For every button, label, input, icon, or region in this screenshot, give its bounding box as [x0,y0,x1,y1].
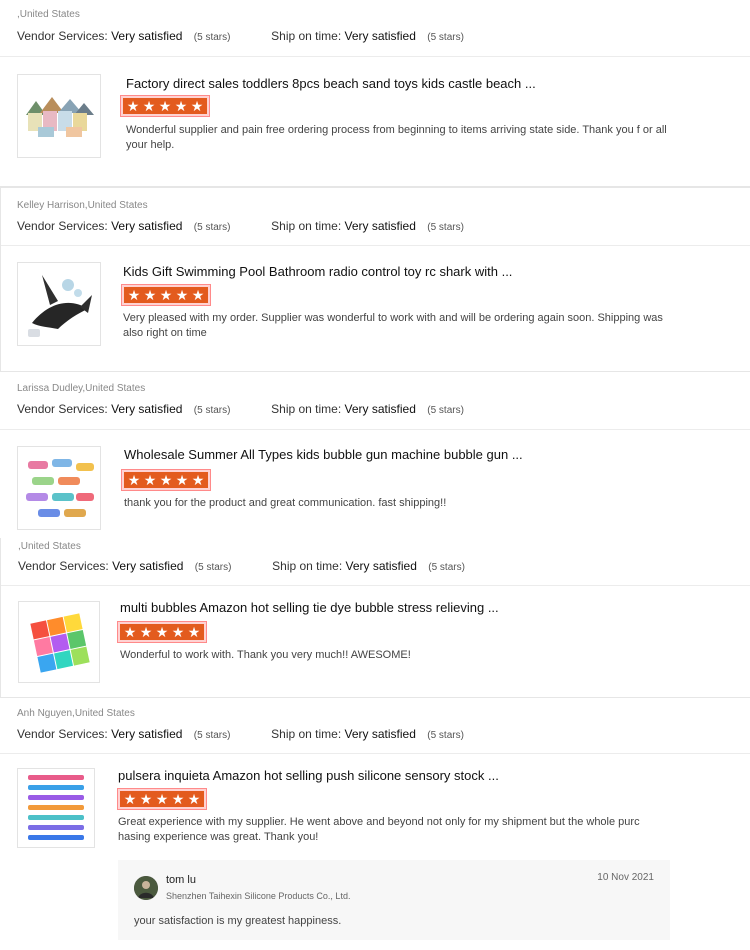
ship-stars: (5 stars) [427,32,464,43]
review-comment: Wonderful supplier and pain free orderin… [126,124,667,151]
product-thumbnail[interactable] [17,74,101,158]
star-icon: ★ [155,791,169,807]
product-title[interactable]: multi bubbles Amazon hot selling tie dye… [120,600,499,615]
review-card: ,United States Vendor Services: Very sat… [0,538,750,698]
reply-text: your satisfaction is my greatest happine… [134,915,342,927]
vendor-stars: (5 stars) [193,405,231,416]
ship-value: Very satisfied [344,219,416,233]
star-icon: ★ [190,98,204,114]
ship-value: Very satisfied [344,402,416,416]
vendor-stars: (5 stars) [194,562,232,573]
star-icon: ★ [158,98,172,114]
vendor-value: Very satisfied [112,559,184,573]
vendor-label: Vendor Services: [18,559,109,573]
star-rating: ★ ★ ★ ★ ★ [121,96,209,116]
star-icon: ★ [143,472,157,488]
ship-stars: (5 stars) [427,222,464,233]
review-card: Larissa Dudley,United States Vendor Serv… [0,372,750,538]
star-icon: ★ [187,624,201,640]
product-thumbnail[interactable] [17,262,101,346]
star-icon: ★ [191,472,205,488]
vendor-stars: (5 stars) [193,730,231,741]
reply-author: tom lu [166,874,196,886]
review-ratings: Vendor Services: Very satisfied (5 stars… [17,29,464,43]
reviewer-name: Larissa Dudley,United States [17,383,146,394]
review-comment: thank you for the product and great comm… [124,497,447,509]
review-comment: Wonderful to work with. Thank you very m… [120,649,411,661]
vendor-value: Very satisfied [111,219,183,233]
ship-stars: (5 stars) [427,405,464,416]
review-ratings: Vendor Services: Very satisfied (5 stars… [18,559,465,573]
vendor-value: Very satisfied [111,29,183,43]
vendor-label: Vendor Services: [17,402,108,416]
reply-company: Shenzhen Taihexin Silicone Products Co.,… [166,891,351,901]
ship-stars: (5 stars) [428,562,465,573]
star-icon: ★ [171,624,185,640]
ship-label: Ship on time: [272,559,343,573]
star-icon: ★ [142,98,156,114]
star-icon: ★ [159,472,173,488]
review-comment: Great experience with my supplier. He we… [118,816,640,843]
ship-stars: (5 stars) [427,730,464,741]
review-card: Kelley Harrison,United States Vendor Ser… [0,187,750,372]
review-card: ,United States Vendor Services: Very sat… [0,0,750,187]
star-icon: ★ [126,98,140,114]
reviewer-name: Anh Nguyen,United States [17,708,135,719]
star-icon: ★ [123,624,137,640]
review-ratings: Vendor Services: Very satisfied (5 stars… [17,727,464,741]
reviewer-name: ,United States [18,541,81,552]
review-ratings: Vendor Services: Very satisfied (5 stars… [17,402,464,416]
product-title[interactable]: pulsera inquieta Amazon hot selling push… [118,768,499,783]
star-icon: ★ [174,98,188,114]
vendor-value: Very satisfied [111,727,183,741]
product-thumbnail[interactable] [18,601,100,683]
review-ratings: Vendor Services: Very satisfied (5 stars… [17,219,464,233]
vendor-label: Vendor Services: [17,29,108,43]
star-icon: ★ [139,791,153,807]
star-icon: ★ [143,287,157,303]
star-icon: ★ [175,287,189,303]
star-icon: ★ [171,791,185,807]
vendor-label: Vendor Services: [17,219,108,233]
product-title[interactable]: Wholesale Summer All Types kids bubble g… [124,447,523,462]
vendor-value: Very satisfied [111,402,183,416]
star-rating: ★ ★ ★ ★ ★ [122,470,210,490]
vendor-label: Vendor Services: [17,727,108,741]
product-thumbnail[interactable] [17,446,101,530]
ship-value: Very satisfied [344,727,416,741]
reviewer-name: ,United States [17,9,80,20]
star-icon: ★ [155,624,169,640]
avatar [134,876,158,900]
star-rating: ★ ★ ★ ★ ★ [118,789,206,809]
ship-label: Ship on time: [271,29,342,43]
star-icon: ★ [127,287,141,303]
star-icon: ★ [187,791,201,807]
star-icon: ★ [191,287,205,303]
star-icon: ★ [123,791,137,807]
vendor-stars: (5 stars) [193,32,231,43]
star-icon: ★ [127,472,141,488]
reviewer-name: Kelley Harrison,United States [17,200,148,211]
star-rating: ★ ★ ★ ★ ★ [122,285,210,305]
ship-label: Ship on time: [271,219,342,233]
ship-value: Very satisfied [344,29,416,43]
ship-label: Ship on time: [271,727,342,741]
review-comment: Very pleased with my order. Supplier was… [123,312,663,339]
product-title[interactable]: Kids Gift Swimming Pool Bathroom radio c… [123,264,512,279]
product-title[interactable]: Factory direct sales toddlers 8pcs beach… [126,76,536,91]
star-icon: ★ [159,287,173,303]
ship-value: Very satisfied [345,559,417,573]
star-icon: ★ [175,472,189,488]
vendor-stars: (5 stars) [193,222,231,233]
reply-date: 10 Nov 2021 [597,872,654,883]
ship-label: Ship on time: [271,402,342,416]
star-rating: ★ ★ ★ ★ ★ [118,622,206,642]
supplier-reply: tom lu Shenzhen Taihexin Silicone Produc… [118,860,670,940]
star-icon: ★ [139,624,153,640]
product-thumbnail[interactable] [17,768,95,848]
